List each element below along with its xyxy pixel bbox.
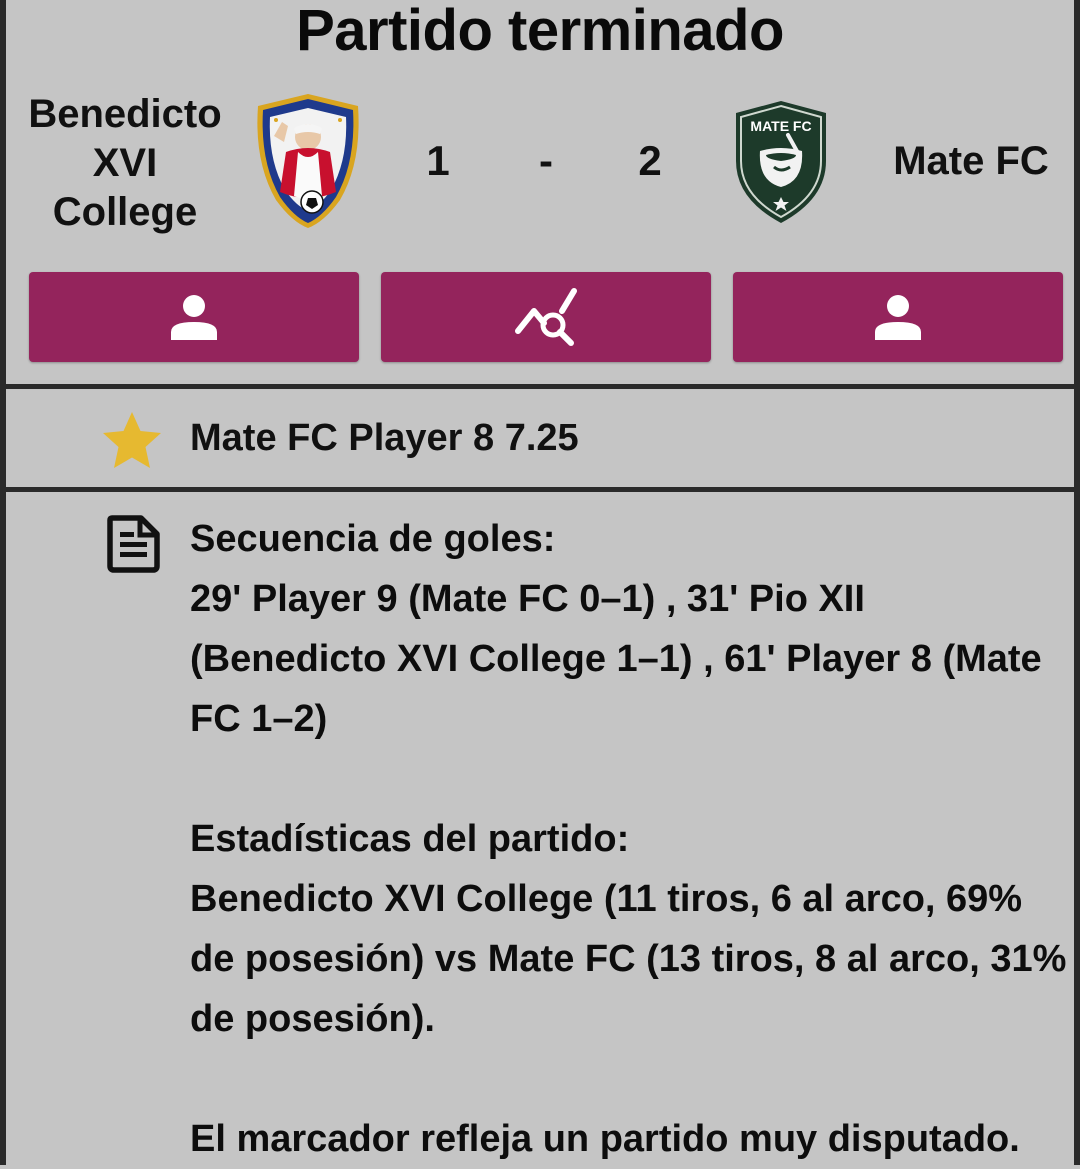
chart-search-icon (515, 288, 577, 346)
person-icon (171, 295, 217, 340)
home-team-name: Benedicto XVI College (28, 92, 222, 234)
person-icon (875, 295, 921, 340)
divider (6, 487, 1074, 492)
stats-heading: Estadísticas del partido: (190, 818, 630, 860)
score-separator: - (539, 137, 553, 184)
document-icon (107, 515, 160, 573)
away-lineup-button[interactable] (733, 272, 1063, 362)
goals-heading: Secuencia de goles: (190, 518, 556, 560)
away-team-crest-icon: MATE FC (736, 101, 826, 223)
stats-text: Benedicto XVI College (11 tiros, 6 al ar… (190, 878, 1067, 1040)
away-team-name: Mate FC (893, 139, 1049, 183)
match-summary: Secuencia de goles: 29' Player 9 (Mate F… (190, 509, 1070, 1169)
away-score: 2 (638, 137, 662, 184)
away-crest-text: MATE FC (750, 118, 811, 134)
player-of-match-row: Mate FC Player 8 7.25 (6, 389, 1074, 487)
closing-remark: El marcador refleja un partido muy dispu… (190, 1118, 1020, 1160)
player-of-match-text: Mate FC Player 8 7.25 (190, 417, 579, 459)
match-result-screen: Partido terminado Benedicto XVI College … (0, 0, 1080, 1165)
home-lineup-button[interactable] (29, 272, 359, 362)
home-score: 1 (426, 137, 450, 184)
home-team-crest-icon (257, 94, 359, 228)
match-stats-button[interactable] (381, 272, 711, 362)
page-title: Partido terminado (296, 0, 784, 63)
star-icon (103, 412, 161, 468)
goals-sequence: 29' Player 9 (Mate FC 0–1) , 31' Pio XII… (190, 578, 1042, 740)
